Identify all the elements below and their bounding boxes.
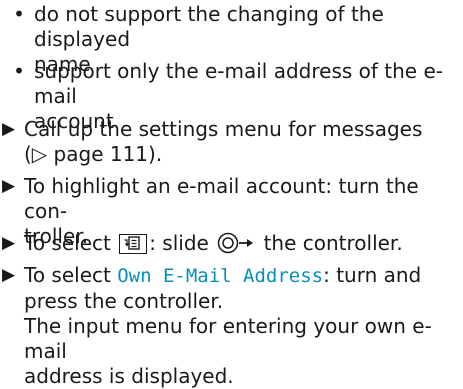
step-suffix: : turn and	[323, 263, 422, 287]
step-arrow-icon: ▶	[2, 265, 16, 285]
step-arrow-icon: ▶	[2, 119, 16, 139]
step-mid: : slide	[149, 231, 209, 255]
instruction-step: ▶ To select : slide the controller.	[2, 231, 454, 256]
instruction-step: ▶ To select Own E-Mail Address: turn and…	[2, 263, 454, 388]
list-item: • do not support the changing of the dis…	[12, 2, 452, 76]
bullet-marker: •	[13, 59, 25, 83]
step-text: Call up the settings menu for messages (…	[24, 117, 456, 167]
manual-page: • do not support the changing of the dis…	[0, 0, 463, 388]
step-line: Call up the settings menu for messages	[24, 117, 423, 141]
step-arrow-icon: ▶	[2, 233, 16, 253]
step-text: To select : slide the controller.	[24, 231, 456, 260]
bullet-line: do not support the changing of the displ…	[34, 2, 384, 51]
step-suffix: the controller.	[263, 231, 403, 255]
instruction-step: ▶ Call up the settings menu for messages…	[2, 117, 454, 167]
bullet-marker: •	[13, 2, 25, 26]
step-text: To select Own E-Mail Address: turn and p…	[24, 263, 456, 389]
step-prefix: To select	[24, 231, 111, 255]
step-line: To select Own E-Mail Address: turn and	[24, 263, 456, 289]
bullet-line: support only the e-mail address of the e…	[34, 59, 443, 108]
controller-slide-right-icon	[217, 232, 255, 260]
menu-button-icon	[119, 234, 148, 254]
step-line: To highlight an e-mail account: turn the…	[24, 174, 419, 223]
step-line: press the controller.	[24, 289, 224, 313]
step-result: address is displayed.	[24, 364, 234, 388]
page-reference: (▷ page 111).	[24, 142, 163, 166]
step-prefix: To select	[24, 263, 111, 287]
list-item: • support only the e-mail address of the…	[12, 59, 452, 133]
menu-item-highlight: Own E-Mail Address	[117, 265, 324, 287]
step-result: The input menu for entering your own e-m…	[24, 314, 432, 363]
step-arrow-icon: ▶	[2, 176, 16, 196]
instruction-step: ▶ To highlight an e-mail account: turn t…	[2, 174, 454, 248]
